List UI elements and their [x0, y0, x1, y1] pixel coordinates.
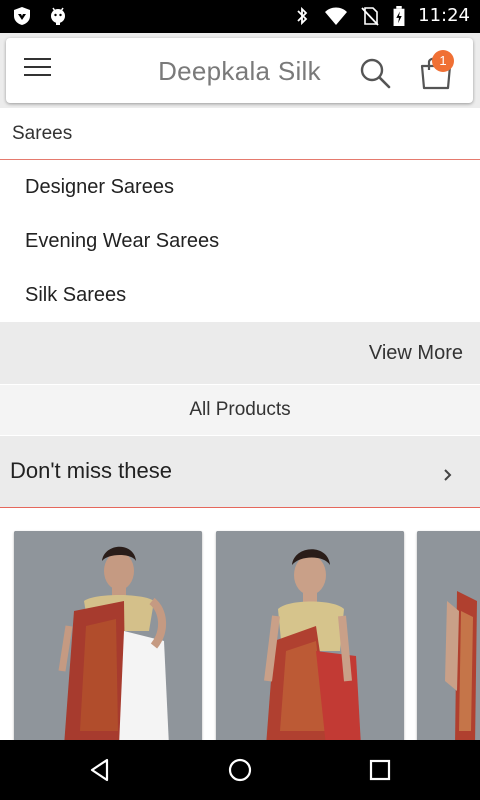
product-card[interactable] [417, 531, 480, 740]
bluetooth-icon [297, 6, 308, 25]
app-header: Deepkala Silk 1 [0, 33, 480, 108]
subcategory-label: Evening Wear Sarees [25, 230, 220, 252]
shield-icon [14, 7, 30, 25]
app-title: Deepkala Silk [158, 56, 321, 86]
home-icon[interactable] [225, 755, 255, 785]
no-sim-icon [361, 6, 379, 26]
product-card[interactable] [216, 531, 404, 740]
status-bar: 11:24 [0, 0, 480, 33]
status-left-icons [12, 6, 68, 26]
subcategory-label: Designer Sarees [25, 176, 174, 198]
chevron-right-icon [444, 469, 452, 481]
all-products-label: All Products [189, 399, 291, 420]
hamburger-menu-icon[interactable] [24, 58, 58, 84]
subcategory-item-designer-sarees[interactable]: Designer Sarees [0, 161, 480, 215]
status-right-icons: 11:24 [292, 5, 470, 26]
view-more-button[interactable]: View More [0, 322, 480, 384]
section-title: Don't miss these [10, 458, 172, 483]
toolbar-card: Deepkala Silk 1 [6, 38, 473, 103]
back-icon[interactable] [85, 755, 115, 785]
recents-icon[interactable] [365, 755, 395, 785]
wifi-icon [325, 7, 348, 25]
saree-model-photo [417, 531, 480, 740]
cart-count-badge: 1 [432, 50, 454, 72]
all-products-button[interactable]: All Products [0, 385, 480, 435]
category-title: Sarees [12, 123, 73, 144]
subcategory-item-evening-wear-sarees[interactable]: Evening Wear Sarees [0, 215, 480, 269]
android-icon [51, 7, 65, 25]
view-more-label: View More [368, 342, 463, 364]
battery-charging-icon [393, 5, 405, 26]
subcategory-list: Designer Sarees Evening Wear Sarees Silk… [0, 161, 480, 323]
category-header: Sarees [0, 108, 480, 160]
product-carousel[interactable] [0, 509, 480, 740]
subcategory-item-silk-sarees[interactable]: Silk Sarees [0, 269, 480, 323]
saree-model-photo [216, 531, 404, 740]
subcategory-label: Silk Sarees [25, 284, 127, 306]
clock: 11:24 [418, 5, 470, 26]
saree-model-photo [14, 531, 202, 740]
system-navigation-bar [0, 740, 480, 800]
search-icon[interactable] [358, 56, 392, 90]
product-card[interactable] [14, 531, 202, 740]
dont-miss-section-header[interactable]: Don't miss these [0, 436, 480, 508]
